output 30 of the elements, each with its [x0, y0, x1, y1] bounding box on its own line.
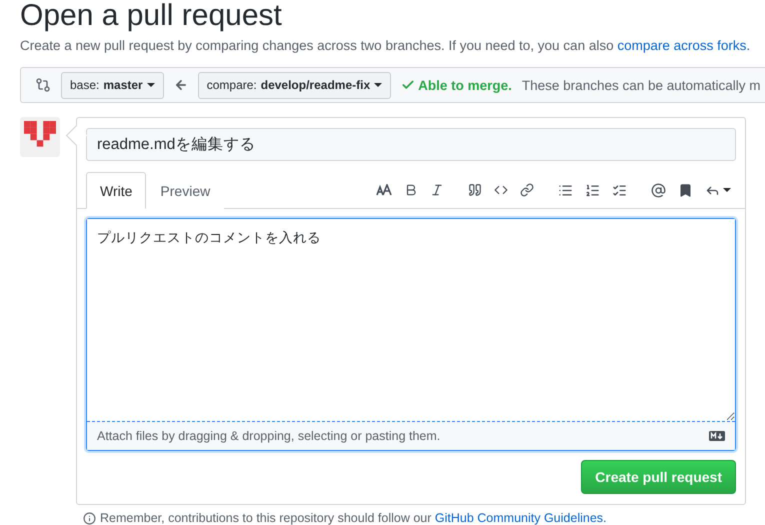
- page-title: Open a pull request: [20, 0, 283, 32]
- merge-status: Able to merge.: [418, 78, 512, 92]
- check-icon: [401, 78, 416, 92]
- markdown-icon: [709, 431, 725, 441]
- heading-icon[interactable]: [376, 184, 392, 196]
- info-icon: [83, 512, 96, 524]
- italic-icon[interactable]: [430, 183, 444, 197]
- compare-icon: [35, 77, 51, 93]
- task-list-icon[interactable]: [612, 182, 627, 198]
- compare-branch-select[interactable]: compare: develop/readme-fix: [198, 72, 392, 98]
- bold-icon[interactable]: [404, 183, 418, 197]
- avatar-icon: [20, 117, 60, 157]
- base-branch-select[interactable]: base: master: [61, 72, 164, 98]
- numbered-list-icon[interactable]: [585, 182, 600, 198]
- link-icon[interactable]: [520, 183, 534, 197]
- bookmark-icon[interactable]: [678, 182, 693, 198]
- quote-icon[interactable]: [468, 183, 482, 197]
- bullet-list-icon[interactable]: [558, 182, 573, 198]
- editor-tab[interactable]: Write: [86, 172, 146, 209]
- comment-textarea[interactable]: プルリクエストのコメントを入れる: [87, 219, 735, 422]
- attach-hint: Attach files by dragging & dropping, selecting or pasting them.: [97, 429, 440, 443]
- merge-detail: These branches can be automatically m: [522, 78, 761, 92]
- comment-field[interactable]: プルリクエストのコメントを入れる Attach files by dragging & dropping, selecting or pasting them.: [86, 218, 736, 451]
- mention-icon[interactable]: [651, 182, 666, 198]
- intro-text: Create a new pull request by comparing changes across two branches. If you need to, you can also compare across forks.: [20, 38, 752, 53]
- guidelines-link[interactable]: GitHub Community Guidelines.: [434, 511, 607, 525]
- footer-text: Remember, contributions to this repository should follow our GitHub Community Guidelines.: [100, 511, 607, 525]
- title-input[interactable]: readme.mdを編集する: [86, 128, 736, 161]
- code-icon[interactable]: [494, 183, 508, 197]
- compare-forks-link[interactable]: compare across forks.: [617, 38, 750, 53]
